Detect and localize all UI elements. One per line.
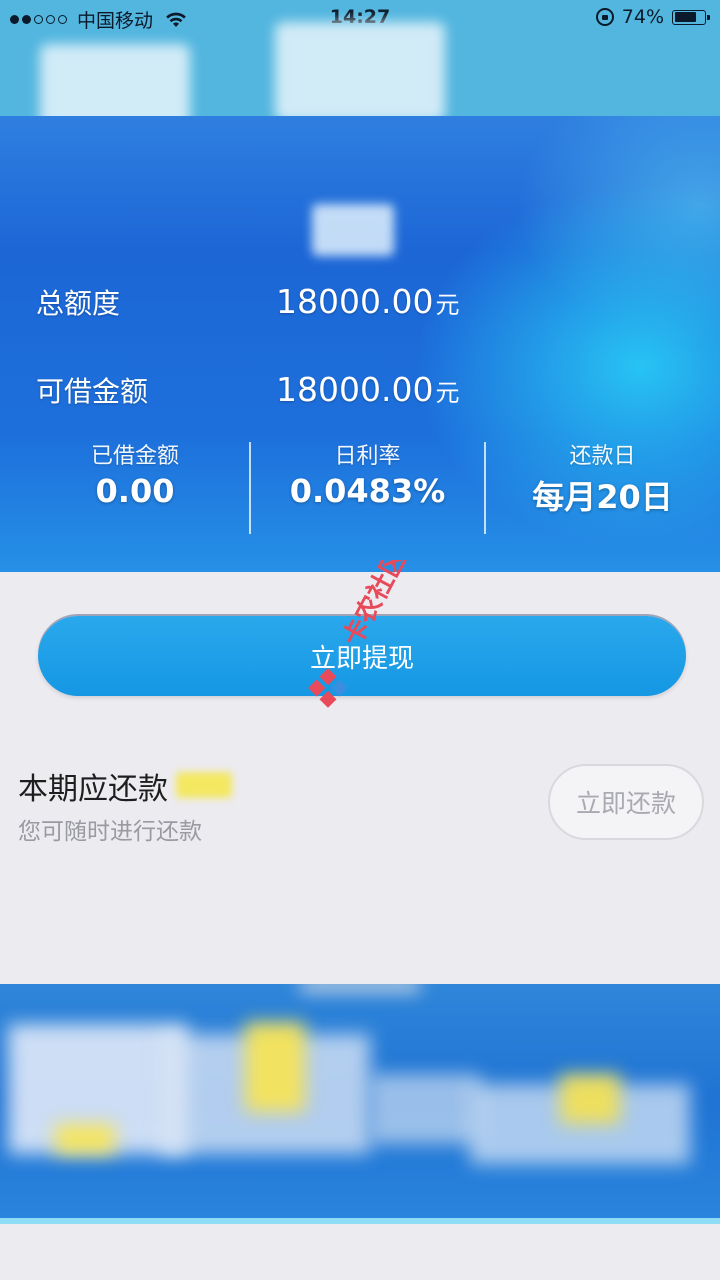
repay-now-button[interactable]: 立即还款 — [548, 764, 704, 840]
total-limit-unit: 元 — [435, 291, 460, 319]
redacted-hero-element — [312, 204, 394, 256]
banner-blur — [370, 1074, 480, 1144]
redacted-title-area — [275, 22, 445, 122]
stats-divider — [249, 442, 251, 534]
withdraw-button[interactable]: 立即提现 — [38, 616, 686, 696]
bottom-area — [0, 1218, 720, 1280]
repayment-title: 本期应还款 — [18, 772, 168, 807]
promo-banner[interactable] — [0, 984, 720, 1218]
total-limit-value: 18000.00 — [276, 282, 434, 321]
borrowed-label: 已借金额 — [90, 444, 179, 469]
repay-day-value: 每月20日 — [532, 478, 673, 516]
repayment-section: 本期应还款 您可随时进行还款 立即还款 — [0, 740, 720, 980]
available-amount-row: 可借金额 18000.00 元 — [36, 370, 459, 410]
borrowed-value: 0.00 — [95, 472, 175, 510]
daily-rate-value: 0.0483% — [289, 472, 446, 510]
banner-blur — [300, 984, 420, 992]
available-value: 18000.00 — [276, 370, 434, 409]
repay-now-label: 立即还款 — [575, 789, 676, 818]
credit-summary: 总额度 18000.00 元 可借金额 18000.00 元 已借金额 0.00… — [0, 116, 720, 572]
stat-repay-day: 还款日 每月20日 — [490, 438, 715, 518]
status-bar-right: 74% — [595, 6, 710, 28]
app-header — [0, 22, 720, 132]
stats-divider — [484, 442, 486, 534]
banner-blur — [245, 1022, 305, 1112]
daily-rate-label: 日利率 — [334, 444, 401, 469]
total-limit-label: 总额度 — [36, 287, 121, 320]
total-limit-row: 总额度 18000.00 元 — [36, 282, 459, 322]
redacted-amount — [176, 772, 232, 798]
repayment-subtitle: 您可随时进行还款 — [18, 819, 202, 845]
withdraw-button-label: 立即提现 — [309, 643, 414, 674]
repay-day-label: 还款日 — [569, 444, 636, 469]
available-label: 可借金额 — [36, 375, 149, 408]
available-unit: 元 — [435, 379, 460, 407]
loan-stats: 已借金额 0.00 日利率 0.0483% 还款日 每月20日 — [0, 438, 720, 536]
banner-blur — [560, 1074, 620, 1124]
battery-percent: 74% — [621, 6, 664, 28]
stat-borrowed: 已借金额 0.00 — [30, 438, 240, 510]
battery-icon — [672, 9, 710, 25]
banner-blur — [55, 1124, 115, 1154]
rotation-lock-icon — [595, 8, 614, 26]
stat-daily-rate: 日利率 0.0483% — [255, 438, 480, 510]
battery-fill — [674, 12, 696, 22]
bottom-glow — [0, 1218, 720, 1224]
